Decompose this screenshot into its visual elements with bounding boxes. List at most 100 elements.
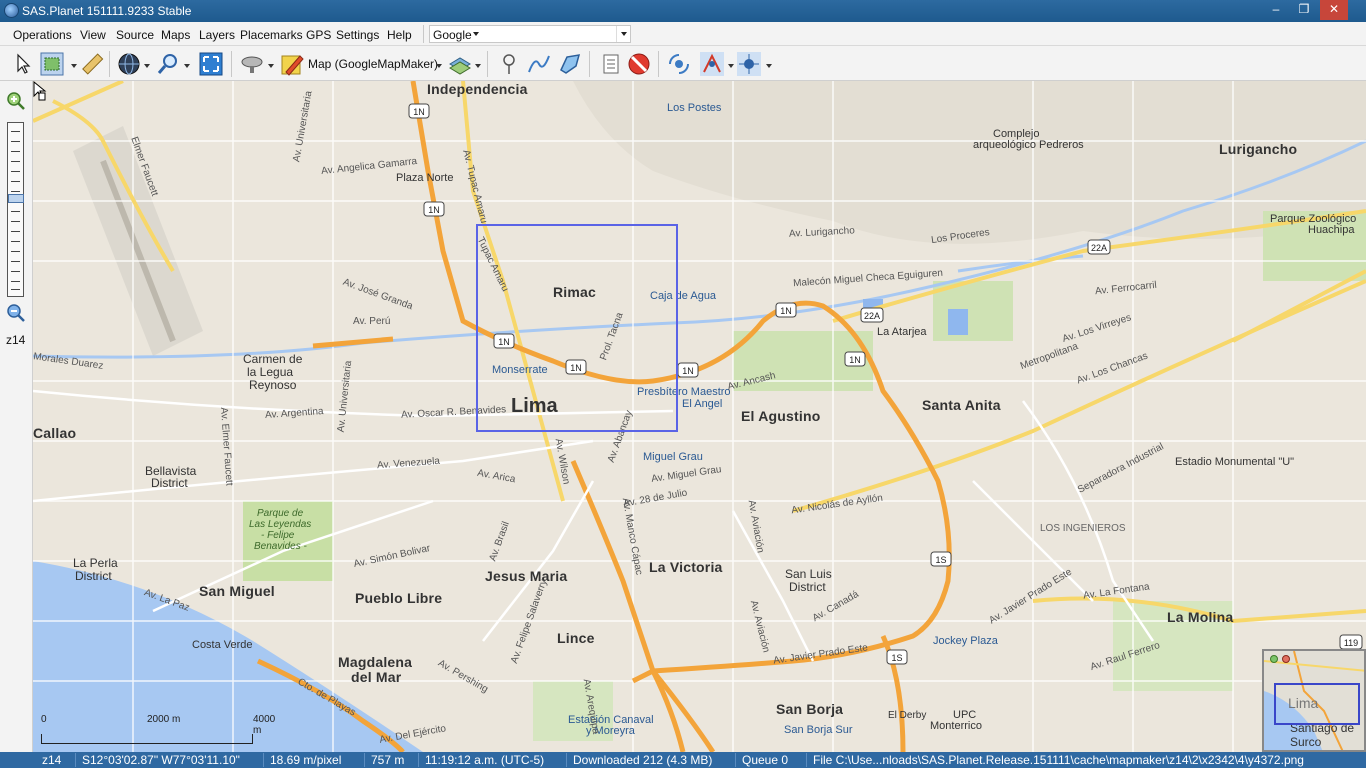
scale-label-start: 0 [41, 714, 47, 725]
selection-rectangle[interactable] [476, 224, 678, 432]
shield-label: 1N [413, 107, 425, 117]
map-park-label: - Felipe [261, 530, 295, 541]
mini-map-label-2: Santiago de Surco [1290, 721, 1355, 749]
highway-shield-icon: 1N [677, 362, 699, 378]
chevron-down-icon[interactable] [71, 64, 77, 68]
menu-maps[interactable]: Maps [161, 28, 190, 42]
menu-gps[interactable]: GPS [306, 28, 331, 42]
map-label: Lince [557, 630, 595, 646]
map-label: La Victoria [649, 559, 723, 575]
status-time: 11:19:12 a.m. (UTC-5) [419, 753, 567, 767]
globe-icon[interactable] [117, 52, 141, 76]
chevron-down-icon[interactable] [268, 64, 274, 68]
chevron-down-icon[interactable] [475, 64, 481, 68]
chevron-down-icon[interactable] [766, 64, 772, 68]
polygon-icon[interactable] [558, 52, 582, 76]
map-label: Costa Verde [192, 639, 253, 651]
chevron-down-icon[interactable] [436, 64, 442, 68]
map-label: La Atarjea [877, 326, 927, 338]
map-poi-label: El Angel [682, 398, 723, 410]
map-label: El Derby [888, 710, 927, 721]
mini-map[interactable]: Lima Santiago de Surco [1262, 649, 1366, 752]
path-line-icon[interactable] [527, 52, 551, 76]
zoom-tick [11, 141, 20, 142]
zoom-tick [11, 241, 20, 242]
map-label: Huachipa [1308, 224, 1355, 236]
toolbar-separator [231, 51, 232, 77]
map-park-label: Las Leyendas [249, 519, 312, 530]
placemark-list-icon[interactable] [599, 52, 623, 76]
highway-shield-icon: 1N [844, 351, 866, 367]
fullscreen-icon[interactable] [199, 52, 223, 76]
map-view[interactable]: 1N 1N 1N 1N 1N 1N 1N 22A 22A 1S 1S 119 I… [33, 81, 1366, 752]
toolbar-separator [589, 51, 590, 77]
zoom-tick [11, 191, 20, 192]
zoom-scale-track[interactable] [7, 122, 24, 297]
menu-bar: Operations View Source Maps Layers Place… [0, 22, 1366, 46]
arrow-cursor-icon[interactable] [12, 52, 36, 76]
map-label: arqueológico Pedreros [973, 139, 1084, 151]
select-area-icon[interactable] [40, 52, 64, 76]
menu-view[interactable]: View [80, 28, 106, 42]
zoom-tick [11, 211, 20, 212]
menu-help[interactable]: Help [387, 28, 412, 42]
menu-separator [423, 25, 424, 43]
close-button[interactable]: ✕ [1320, 0, 1348, 20]
zoom-out-icon[interactable] [1282, 655, 1290, 663]
combo-dropdown-button[interactable] [616, 26, 630, 42]
menu-placemarks[interactable]: Placemarks [240, 28, 303, 42]
no-entry-icon[interactable] [627, 52, 651, 76]
shield-label: 1S [935, 555, 946, 565]
zoom-in-icon[interactable] [6, 91, 26, 111]
zoom-tick [11, 171, 20, 172]
menu-layers[interactable]: Layers [199, 28, 235, 42]
map-pencil-icon[interactable] [280, 52, 304, 76]
chevron-down-icon[interactable] [728, 64, 734, 68]
shield-label: 1N [428, 205, 440, 215]
satellite-dish-icon[interactable] [240, 52, 264, 76]
status-queue: Queue 0 [736, 753, 807, 767]
ruler-icon[interactable] [80, 52, 104, 76]
map-label: Estadio Monumental "U" [1175, 456, 1295, 468]
minimize-button[interactable]: – [1262, 0, 1290, 20]
status-distance: 757 m [365, 753, 419, 767]
zoom-panel: z14 [0, 81, 33, 752]
main-toolbar: Map (GoogleMapMaker) [0, 46, 1366, 81]
scale-bar-line [41, 734, 253, 744]
highway-shield-icon: 1N [775, 302, 797, 318]
status-zoom: z14 [36, 753, 76, 767]
map-label: District [151, 476, 188, 490]
highway-shield-icon: 119 [1339, 634, 1363, 650]
layers-icon[interactable] [448, 52, 472, 76]
zoom-in-icon[interactable] [1270, 655, 1278, 663]
mouse-cursor-icon [33, 81, 47, 101]
menu-source[interactable]: Source [116, 28, 154, 42]
scale-label-end: 4000 m [253, 714, 276, 736]
chevron-down-icon[interactable] [144, 64, 150, 68]
zoom-tick [11, 131, 20, 132]
gps-satellite-icon[interactable] [667, 52, 691, 76]
shield-label: 1N [682, 366, 694, 376]
gps-track-icon[interactable] [700, 52, 724, 76]
map-label: La Perla [73, 556, 118, 570]
chevron-down-icon[interactable] [184, 64, 190, 68]
menu-operations[interactable]: Operations [13, 28, 72, 42]
map-road-label: Av. Perú [353, 316, 391, 327]
mini-map-viewport[interactable] [1274, 683, 1360, 725]
placemark-pin-icon[interactable] [497, 52, 521, 76]
map-label: Santa Anita [922, 397, 1001, 413]
scale-bar: 0 2000 m 4000 m [39, 712, 275, 748]
map-park-label: Benavides - [254, 541, 307, 552]
menu-settings[interactable]: Settings [336, 28, 379, 42]
status-downloaded: Downloaded 212 (4.3 MB) [567, 753, 736, 767]
magnifier-icon[interactable] [156, 52, 180, 76]
map-type-label[interactable]: Map (GoogleMapMaker) [308, 57, 438, 71]
gps-center-icon[interactable] [737, 52, 761, 76]
maximize-button[interactable]: ❐ [1290, 0, 1318, 20]
zoom-out-icon[interactable] [6, 303, 26, 323]
zoom-slider-thumb[interactable] [8, 194, 24, 203]
map-label: Carmen de [243, 352, 303, 366]
map-source-combo[interactable]: Google [429, 25, 631, 43]
map-label: El Agustino [741, 408, 821, 424]
map-label: Lurigancho [1219, 141, 1298, 157]
